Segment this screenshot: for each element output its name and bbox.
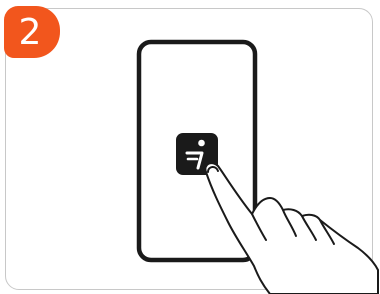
tap-app-illustration — [136, 39, 379, 294]
